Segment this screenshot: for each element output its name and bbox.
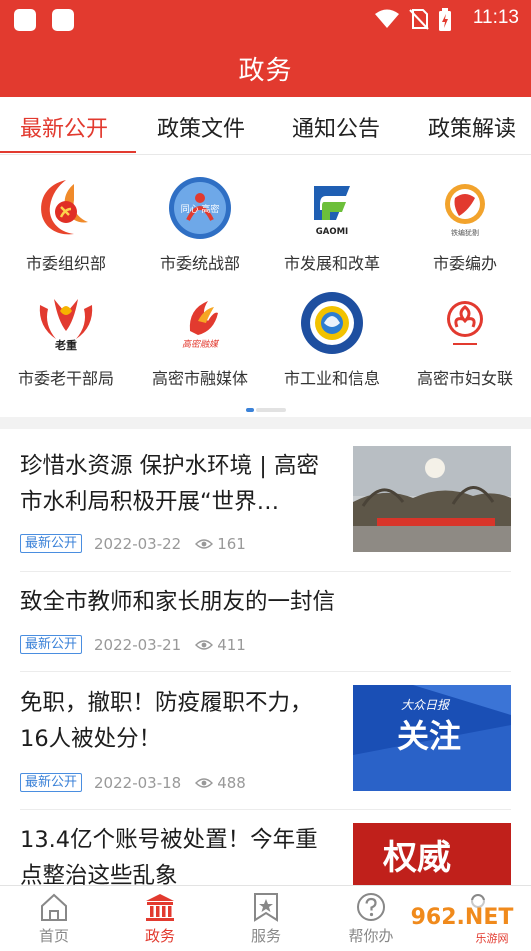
industry-information-logo	[301, 292, 363, 354]
gaomi-logo-text: GAOMI	[316, 227, 348, 237]
active-tab-indicator	[0, 151, 136, 153]
page-dot	[256, 408, 286, 412]
tab-notices[interactable]: 通知公告	[292, 111, 380, 143]
news-meta: 最新公开 2022-03-22 161	[20, 534, 246, 554]
notification-icon	[52, 9, 74, 31]
news-item[interactable]: 13.4亿个账号被处置！今年重点整治这些乱象 权威	[0, 810, 531, 885]
dept-label: 市委编办	[432, 254, 497, 273]
section-divider	[0, 417, 531, 429]
status-time: 11:13	[472, 7, 519, 28]
battery-charging-icon	[439, 8, 451, 31]
nav-government-affairs[interactable]: 政务	[130, 892, 190, 946]
news-meta: 最新公开 2022-03-21 411	[20, 635, 246, 655]
no-sim-icon	[409, 9, 429, 30]
veteran-cadres-logo: 老重	[39, 299, 93, 352]
dept-establishment-office[interactable]: 铁编犹剔 市委编办	[400, 176, 530, 274]
notification-icon	[14, 9, 36, 31]
dept-label: 高密市融媒体	[151, 369, 248, 388]
gaomi-development-logo: GAOMI	[314, 186, 350, 237]
page-title: 政务	[238, 56, 293, 86]
establishment-office-logo: 铁编犹剔	[445, 184, 485, 237]
watermark-subtext: 乐游网	[476, 932, 509, 945]
watermark-text: 962.NET	[411, 905, 514, 930]
department-grid: 市委组织部 同心 高密 市委统战部 GAOMI 市发展和改革 铁编犹剔 市委编办	[0, 160, 531, 415]
eye-icon	[195, 538, 214, 549]
dept-organization[interactable]: 市委组织部	[1, 176, 131, 274]
women-federation-logo	[447, 301, 483, 345]
view-count: 411	[217, 635, 246, 654]
site-watermark: 962.NET 乐游网	[396, 900, 528, 945]
party-emblem-icon	[41, 180, 88, 235]
nav-label: 政务	[144, 927, 175, 945]
news-thumbnail[interactable]: 权威	[353, 823, 511, 885]
eye-icon	[195, 777, 214, 788]
thumbnail-caption: 大众日报	[401, 698, 451, 712]
nav-label: 帮你办	[348, 927, 394, 945]
thumbnail-word: 权威	[382, 838, 451, 878]
dept-label: 市委统战部	[159, 254, 240, 273]
dept-united-front[interactable]: 同心 高密 市委统战部	[135, 176, 265, 274]
news-date: 2022-03-21	[94, 635, 182, 654]
news-item[interactable]: 免职，撤职！防疫履职不力，16人被处分！ 最新公开 2022-03-18 488 大…	[0, 672, 531, 810]
news-date: 2022-03-18	[94, 773, 182, 792]
view-count: 161	[217, 534, 246, 553]
tab-policy-interpretation[interactable]: 政策解读	[428, 111, 516, 143]
category-tabs: 最新公开 政策文件 通知公告 政策解读	[0, 97, 531, 155]
tab-policy-documents[interactable]: 政策文件	[157, 111, 245, 143]
view-count: 488	[217, 773, 246, 792]
news-thumbnail[interactable]	[353, 446, 511, 552]
veteran-logo-text: 老重	[54, 338, 77, 352]
thumbnail-word: 关注	[397, 717, 461, 755]
nav-label: 服务	[250, 927, 281, 945]
news-item[interactable]: 珍惜水资源 保护水环境 | 高密市水利局积极开展“世界… 最新公开 2022-03…	[0, 440, 531, 572]
dept-industry-information[interactable]: 市工业和信息	[267, 291, 397, 389]
news-date: 2022-03-22	[94, 534, 182, 553]
establishment-logo-text: 铁编犹剔	[451, 228, 479, 237]
bookmark-star-icon	[254, 893, 278, 922]
app-header: 11:13 政务	[0, 0, 531, 97]
media-logo-text: 高密融媒	[182, 339, 220, 350]
dept-veteran-cadres[interactable]: 老重 市委老干部局	[1, 291, 131, 389]
dept-label: 市发展和改革	[283, 254, 380, 273]
news-item[interactable]: 致全市教师和家长朋友的一封信 最新公开 2022-03-21 411	[0, 572, 531, 672]
eye-icon	[195, 639, 214, 650]
dept-development-reform[interactable]: GAOMI 市发展和改革	[267, 176, 397, 274]
united-front-logo: 同心 高密	[169, 177, 231, 239]
dept-gaomi-media[interactable]: 高密融媒 高密市融媒体	[135, 291, 265, 389]
status-bar: 11:13	[0, 0, 531, 38]
news-title: 免职，撤职！防疫履职不力，16人被处分！	[20, 690, 313, 752]
nav-home[interactable]: 首页	[24, 892, 84, 946]
question-icon	[357, 893, 385, 921]
category-badge: 最新公开	[20, 773, 83, 792]
home-icon	[41, 893, 67, 921]
nav-help[interactable]: 帮你办	[341, 892, 401, 946]
category-badge: 最新公开	[20, 635, 83, 654]
category-badge: 最新公开	[20, 534, 83, 553]
tab-latest-disclosure[interactable]: 最新公开	[20, 111, 108, 143]
dept-label: 市委组织部	[25, 254, 106, 273]
dept-label: 高密市妇女联	[416, 369, 513, 388]
government-building-icon	[146, 894, 174, 921]
page-dot-active	[246, 408, 254, 412]
news-title: 致全市教师和家长朋友的一封信	[20, 589, 336, 615]
news-meta: 最新公开 2022-03-18 488	[20, 773, 246, 793]
united-front-logo-text: 同心 高密	[181, 203, 220, 215]
dept-label: 市工业和信息	[283, 369, 380, 388]
gaomi-media-logo: 高密融媒	[182, 301, 220, 350]
nav-services[interactable]: 服务	[236, 892, 296, 946]
nav-label: 首页	[38, 927, 69, 945]
dept-label: 市委老干部局	[17, 369, 114, 388]
news-title: 13.4亿个账号被处置！今年重点整治这些乱象	[20, 827, 318, 885]
dept-women-federation[interactable]: 高密市妇女联	[400, 291, 530, 389]
news-thumbnail[interactable]: 大众日报 关注	[353, 685, 511, 791]
wifi-icon	[375, 9, 399, 28]
news-title: 珍惜水资源 保护水环境 | 高密市水利局积极开展“世界…	[20, 453, 320, 515]
